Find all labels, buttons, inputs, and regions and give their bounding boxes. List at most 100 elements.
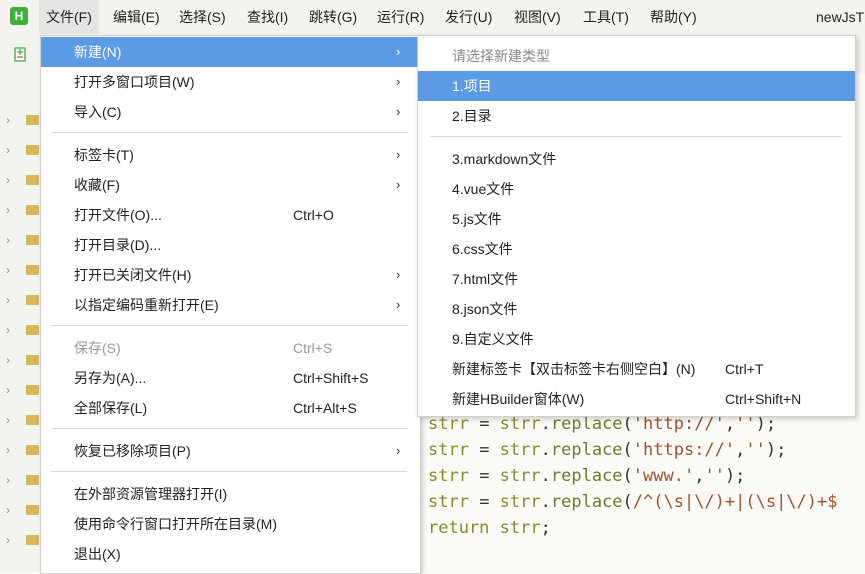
menu-publish[interactable]: 发行(U): [438, 0, 499, 34]
code-comma: ,: [694, 466, 705, 486]
folder-icon: [26, 445, 39, 455]
new-file-icon[interactable]: [14, 47, 28, 63]
menubar: H 文件(F) 编辑(E) 选择(S) 查找(I) 跳转(G) 运行(R) 发行…: [0, 0, 865, 34]
tree-folder-row[interactable]: ›: [6, 472, 40, 488]
submenu-item-vue[interactable]: 4.vue文件: [418, 174, 855, 204]
tree-folder-row[interactable]: ›: [6, 502, 40, 518]
chevron-right-icon[interactable]: ›: [6, 232, 10, 248]
menu-separator: [430, 136, 842, 137]
tree-folder-row[interactable]: ›: [6, 532, 40, 548]
menu-item-label: 打开已关闭文件(H): [74, 267, 192, 283]
tree-folder-row[interactable]: ›: [6, 262, 40, 278]
menu-item-reopen-with-encoding[interactable]: 以指定编码重新打开(E) ›: [41, 290, 420, 320]
menu-item-label: 标签卡(T): [74, 147, 134, 163]
chevron-right-icon[interactable]: ›: [6, 472, 10, 488]
menu-item-label: 打开多窗口项目(W): [74, 74, 195, 90]
code-line: return strr;: [428, 518, 551, 538]
chevron-right-icon[interactable]: ›: [6, 202, 10, 218]
submenu-item-markdown[interactable]: 3.markdown文件: [418, 144, 855, 174]
chevron-right-icon[interactable]: ›: [6, 532, 10, 548]
chevron-right-icon: ›: [396, 104, 401, 119]
code-regex: /^(\s|\/)+|(\s|\/)+$: [632, 492, 838, 512]
tree-folder-row[interactable]: ›: [6, 352, 40, 368]
submenu-item-new-window[interactable]: 新建HBuilder窗体(W) Ctrl+Shift+N: [418, 384, 855, 414]
folder-icon: [26, 415, 39, 425]
chevron-right-icon[interactable]: ›: [6, 352, 10, 368]
menu-item-tabs[interactable]: 标签卡(T) ›: [41, 140, 420, 170]
menu-edit[interactable]: 编辑(E): [106, 0, 167, 34]
chevron-right-icon[interactable]: ›: [6, 322, 10, 338]
folder-icon: [26, 205, 39, 215]
menu-find[interactable]: 查找(I): [240, 0, 295, 34]
menu-item-restore-removed[interactable]: 恢复已移除项目(P) ›: [41, 436, 420, 466]
submenu-item-js[interactable]: 5.js文件: [418, 204, 855, 234]
tree-folder-row[interactable]: ›: [6, 112, 40, 128]
menu-file[interactable]: 文件(F): [39, 0, 99, 34]
code-dot: .: [540, 414, 551, 434]
menu-item-save-all[interactable]: 全部保存(L) Ctrl+Alt+S: [41, 393, 420, 423]
code-dot: .: [540, 492, 551, 512]
code-var: strr: [428, 466, 469, 486]
window-title: newJsT: [816, 9, 865, 25]
folder-icon: [26, 325, 39, 335]
chevron-right-icon[interactable]: ›: [6, 112, 10, 128]
chevron-right-icon[interactable]: ›: [6, 382, 10, 398]
code-paren: (: [622, 440, 633, 460]
submenu-item-label: 8.json文件: [452, 301, 518, 317]
menu-item-exit[interactable]: 退出(X): [41, 539, 420, 569]
menu-item-import[interactable]: 导入(C) ›: [41, 97, 420, 127]
chevron-right-icon[interactable]: ›: [6, 292, 10, 308]
tree-folder-row[interactable]: ›: [6, 442, 40, 458]
submenu-item-json[interactable]: 8.json文件: [418, 294, 855, 324]
chevron-right-icon[interactable]: ›: [6, 172, 10, 188]
menu-item-open-multi-window[interactable]: 打开多窗口项目(W) ›: [41, 67, 420, 97]
menu-item-open-directory[interactable]: 打开目录(D)...: [41, 230, 420, 260]
chevron-right-icon[interactable]: ›: [6, 262, 10, 278]
code-var: strr: [428, 414, 469, 434]
menu-item-open-in-terminal[interactable]: 使用命令行窗口打开所在目录(M): [41, 509, 420, 539]
submenu-item-label: 4.vue文件: [452, 181, 515, 197]
tree-folder-row[interactable]: ›: [6, 142, 40, 158]
menu-tools[interactable]: 工具(T): [576, 0, 636, 34]
tree-folder-row[interactable]: ›: [6, 172, 40, 188]
submenu-item-label: 1.项目: [452, 78, 492, 94]
submenu-item-label: 3.markdown文件: [452, 151, 557, 167]
submenu-item-new-tab[interactable]: 新建标签卡【双击标签卡右侧空白】(N) Ctrl+T: [418, 354, 855, 384]
menu-item-open-closed-file[interactable]: 打开已关闭文件(H) ›: [41, 260, 420, 290]
submenu-item-custom[interactable]: 9.自定义文件: [418, 324, 855, 354]
tree-folder-row[interactable]: ›: [6, 382, 40, 398]
menu-item-new[interactable]: 新建(N) ›: [41, 37, 420, 67]
submenu-item-css[interactable]: 6.css文件: [418, 234, 855, 264]
code-var: strr: [428, 492, 469, 512]
menu-item-open-file[interactable]: 打开文件(O)... Ctrl+O: [41, 200, 420, 230]
code-assign: =: [468, 492, 500, 512]
chevron-right-icon[interactable]: ›: [6, 502, 10, 518]
menu-view[interactable]: 视图(V): [507, 0, 568, 34]
chevron-right-icon[interactable]: ›: [6, 142, 10, 158]
submenu-item-project[interactable]: 1.项目: [418, 71, 855, 101]
submenu-item-directory[interactable]: 2.目录: [418, 101, 855, 131]
submenu-item-label: 9.自定义文件: [452, 331, 534, 347]
menu-item-favorites[interactable]: 收藏(F) ›: [41, 170, 420, 200]
tree-folder-row[interactable]: ›: [6, 412, 40, 428]
folder-icon: [26, 115, 39, 125]
tree-folder-row[interactable]: ›: [6, 202, 40, 218]
file-menu: 新建(N) › 打开多窗口项目(W) › 导入(C) › 标签卡(T) › 收藏(F) ›…: [40, 35, 421, 574]
menu-select[interactable]: 选择(S): [172, 0, 233, 34]
chevron-right-icon[interactable]: ›: [6, 412, 10, 428]
menu-item-open-in-explorer[interactable]: 在外部资源管理器打开(I): [41, 479, 420, 509]
tree-folder-row[interactable]: ›: [6, 292, 40, 308]
chevron-right-icon[interactable]: ›: [6, 442, 10, 458]
menu-item-label: 以指定编码重新打开(E): [74, 297, 219, 313]
submenu-item-html[interactable]: 7.html文件: [418, 264, 855, 294]
tree-folder-row[interactable]: ›: [6, 322, 40, 338]
menu-help[interactable]: 帮助(Y): [643, 0, 704, 34]
menu-item-save-as[interactable]: 另存为(A)... Ctrl+Shift+S: [41, 363, 420, 393]
tree-folder-row[interactable]: ›: [6, 232, 40, 248]
menu-goto[interactable]: 跳转(G): [302, 0, 364, 34]
menu-run[interactable]: 运行(R): [370, 0, 431, 34]
code-dot: .: [540, 466, 551, 486]
code-close: ;: [540, 518, 551, 538]
menu-item-save[interactable]: 保存(S) Ctrl+S: [41, 333, 420, 363]
